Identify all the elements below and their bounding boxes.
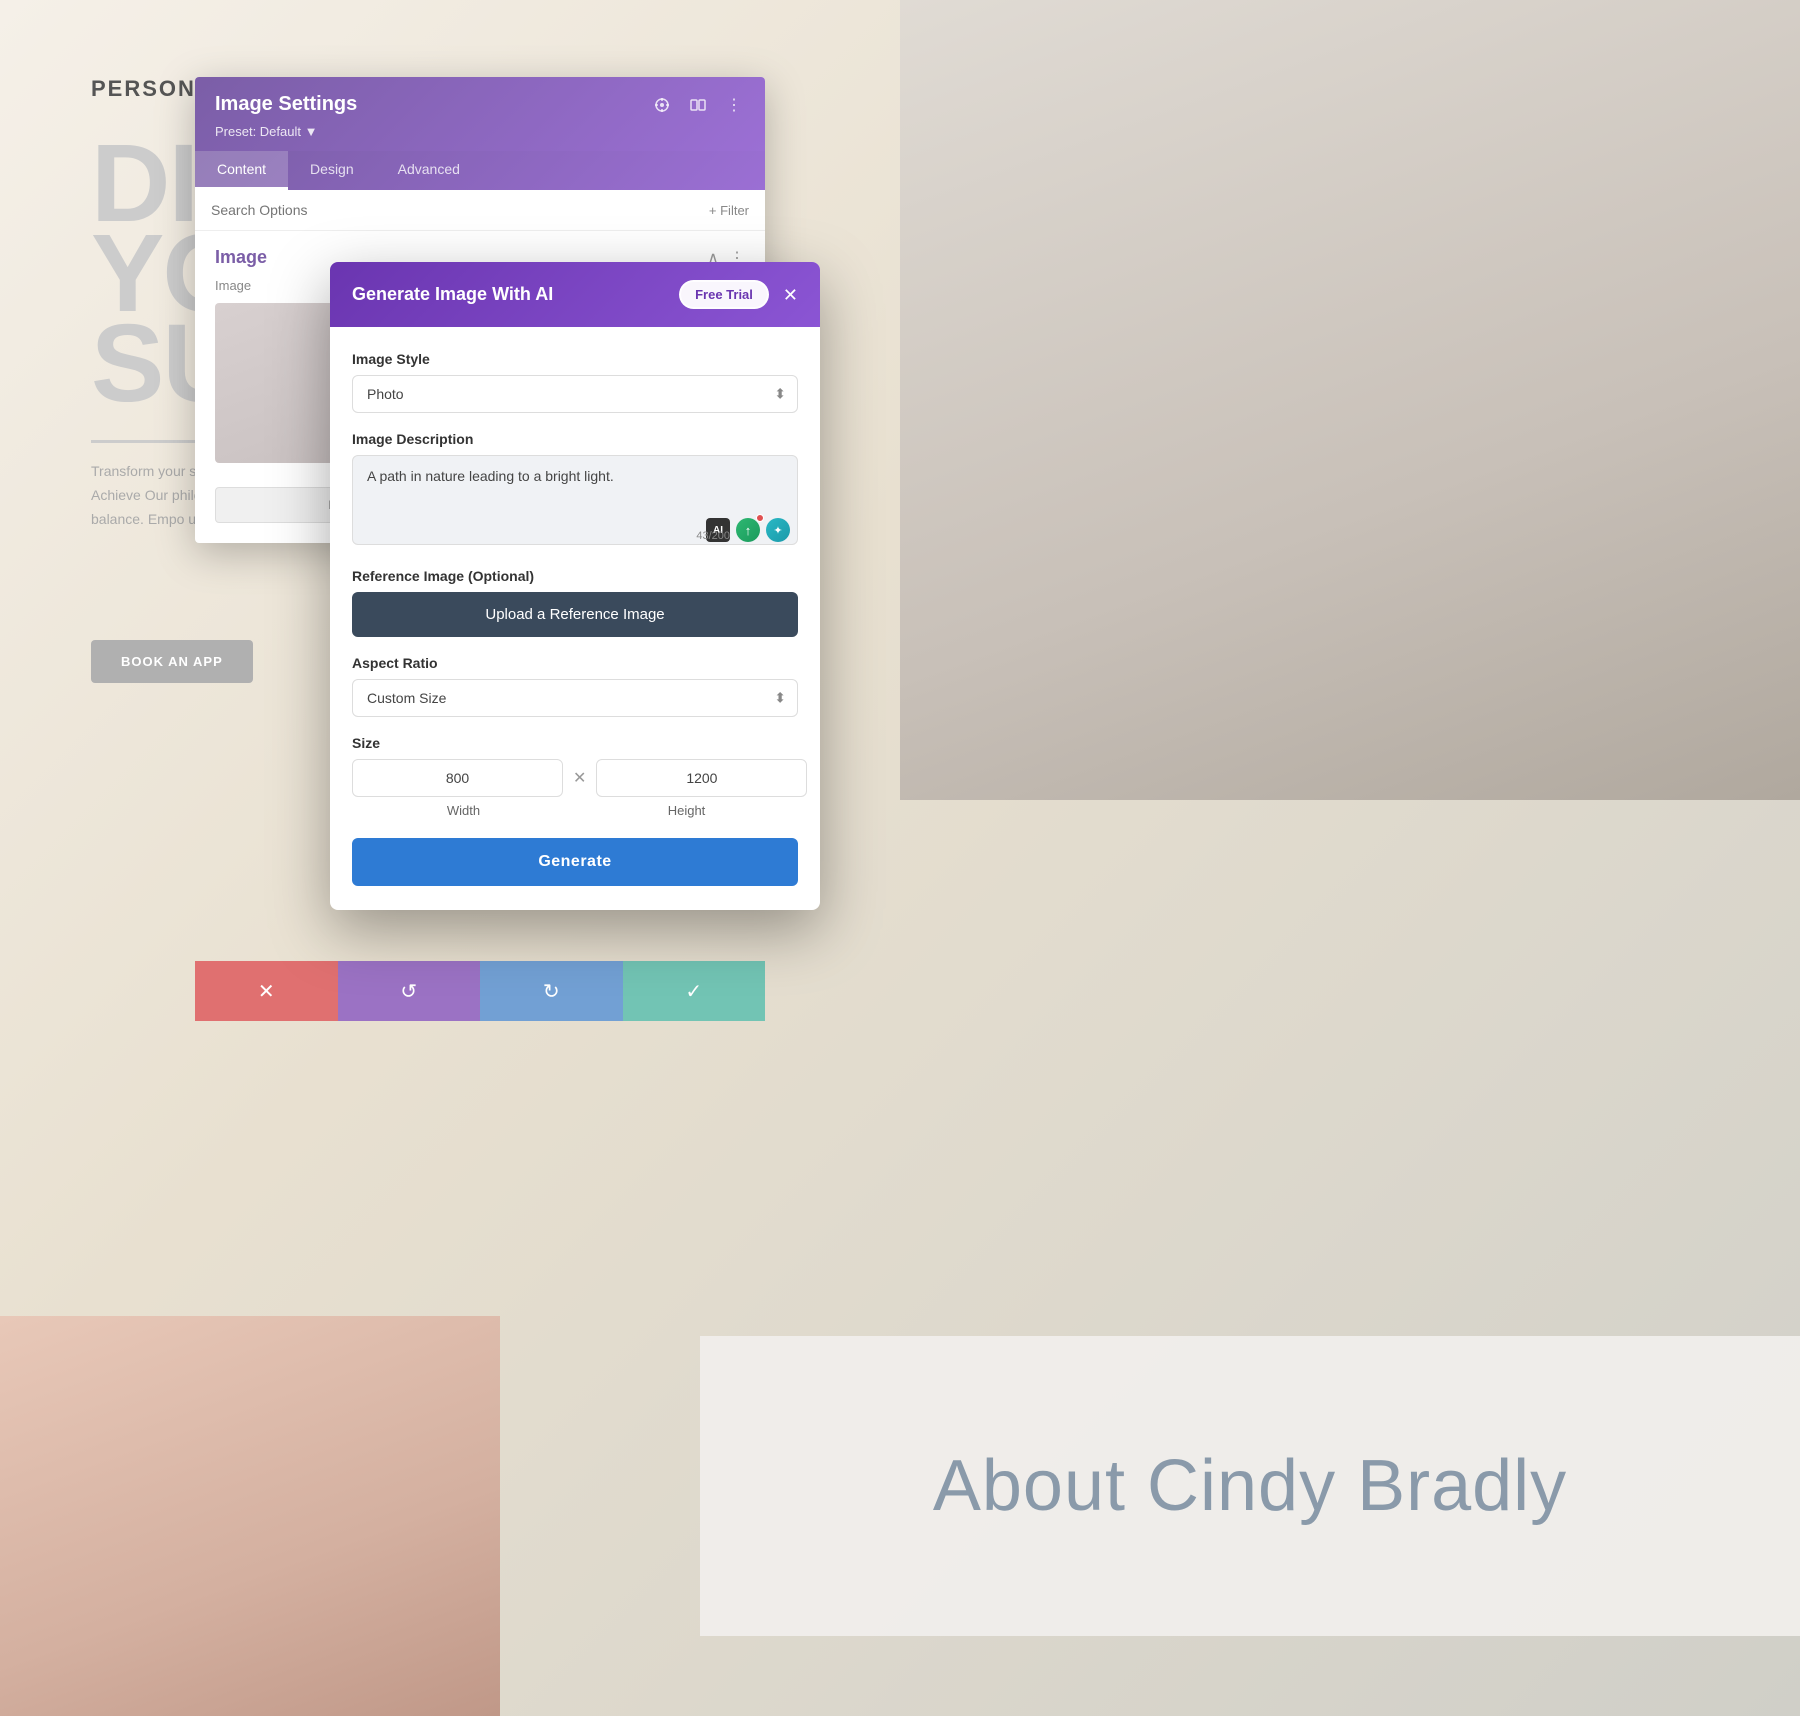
- width-label: Width: [352, 803, 575, 818]
- tab-design[interactable]: Design: [288, 151, 376, 190]
- divi-panel-title: Image Settings: [215, 93, 357, 116]
- toolbar-redo-button[interactable]: ↻: [480, 961, 623, 1021]
- divi-header-icons: ⋮: [651, 94, 745, 116]
- redo-icon: ↻: [543, 979, 560, 1004]
- aspect-ratio-label: Aspect Ratio: [352, 655, 798, 671]
- divi-header-top: Image Settings: [215, 93, 745, 116]
- aspect-ratio-select[interactable]: Custom Size 1:1 Square 16:9 Landscape 9:…: [352, 679, 798, 717]
- size-x-separator: ✕: [573, 768, 586, 788]
- divi-icon-target[interactable]: [651, 94, 673, 116]
- image-style-label: Image Style: [352, 351, 798, 367]
- green-circle-wrapper: ↑: [736, 518, 760, 542]
- tab-advanced[interactable]: Advanced: [376, 151, 482, 190]
- width-input[interactable]: [352, 759, 563, 797]
- image-style-select-wrapper: Photo Illustration Digital Art Watercolo…: [352, 375, 798, 413]
- ai-dialog-title: Generate Image With AI: [352, 284, 553, 305]
- size-row: ✕: [352, 759, 798, 797]
- bg-about-section: About Cindy Bradly: [700, 1336, 1800, 1636]
- size-label: Size: [352, 735, 798, 751]
- filter-button[interactable]: + Filter: [709, 203, 749, 218]
- toolbar-cancel-button[interactable]: ✕: [195, 961, 338, 1021]
- char-count: 43/200: [696, 530, 730, 542]
- height-input[interactable]: [596, 759, 807, 797]
- ai-dialog-close-button[interactable]: ✕: [783, 286, 798, 304]
- bg-photo-area: [0, 1316, 500, 1716]
- confirm-icon: ✓: [685, 979, 702, 1004]
- bottom-toolbar: ✕ ↺ ↻ ✓: [195, 961, 765, 1021]
- chat-icon[interactable]: ✦: [766, 518, 790, 542]
- divi-icon-more[interactable]: ⋮: [723, 94, 745, 116]
- divi-icon-columns[interactable]: [687, 94, 709, 116]
- height-label: Height: [575, 803, 798, 818]
- bg-image-right: [900, 0, 1800, 800]
- divi-panel-header: Image Settings: [195, 77, 765, 151]
- search-options-input[interactable]: [211, 202, 701, 218]
- generate-button[interactable]: Generate: [352, 838, 798, 886]
- image-description-wrapper: A path in nature leading to a bright lig…: [352, 455, 798, 550]
- generate-icon[interactable]: ↑: [736, 518, 760, 542]
- bg-book-button: BOOK AN APP: [91, 640, 253, 683]
- image-description-label: Image Description: [352, 431, 798, 447]
- ai-dialog-body: Image Style Photo Illustration Digital A…: [330, 327, 820, 910]
- divi-tabs: Content Design Advanced: [195, 151, 765, 190]
- divi-preset-label[interactable]: Preset: Default ▼: [215, 124, 745, 139]
- toolbar-confirm-button[interactable]: ✓: [623, 961, 766, 1021]
- reference-image-label: Reference Image (Optional): [352, 568, 798, 584]
- ai-dialog-header: Generate Image With AI Free Trial ✕: [330, 262, 820, 327]
- aspect-ratio-select-wrapper: Custom Size 1:1 Square 16:9 Landscape 9:…: [352, 679, 798, 717]
- toolbar-undo-button[interactable]: ↺: [338, 961, 481, 1021]
- ai-dialog-header-right: Free Trial ✕: [679, 280, 798, 309]
- notification-dot: [756, 514, 764, 522]
- free-trial-badge[interactable]: Free Trial: [679, 280, 769, 309]
- size-labels: Width Height: [352, 803, 798, 818]
- divi-search-bar: + Filter: [195, 190, 765, 231]
- undo-icon: ↺: [400, 979, 417, 1004]
- cancel-icon: ✕: [258, 979, 275, 1004]
- tab-content[interactable]: Content: [195, 151, 288, 190]
- upload-reference-image-button[interactable]: Upload a Reference Image: [352, 592, 798, 637]
- bg-divider: [91, 440, 211, 443]
- ai-generate-dialog: Generate Image With AI Free Trial ✕ Imag…: [330, 262, 820, 910]
- divi-section-title: Image: [215, 247, 267, 268]
- bg-about-text: About Cindy Bradly: [933, 1445, 1567, 1527]
- image-style-select[interactable]: Photo Illustration Digital Art Watercolo…: [352, 375, 798, 413]
